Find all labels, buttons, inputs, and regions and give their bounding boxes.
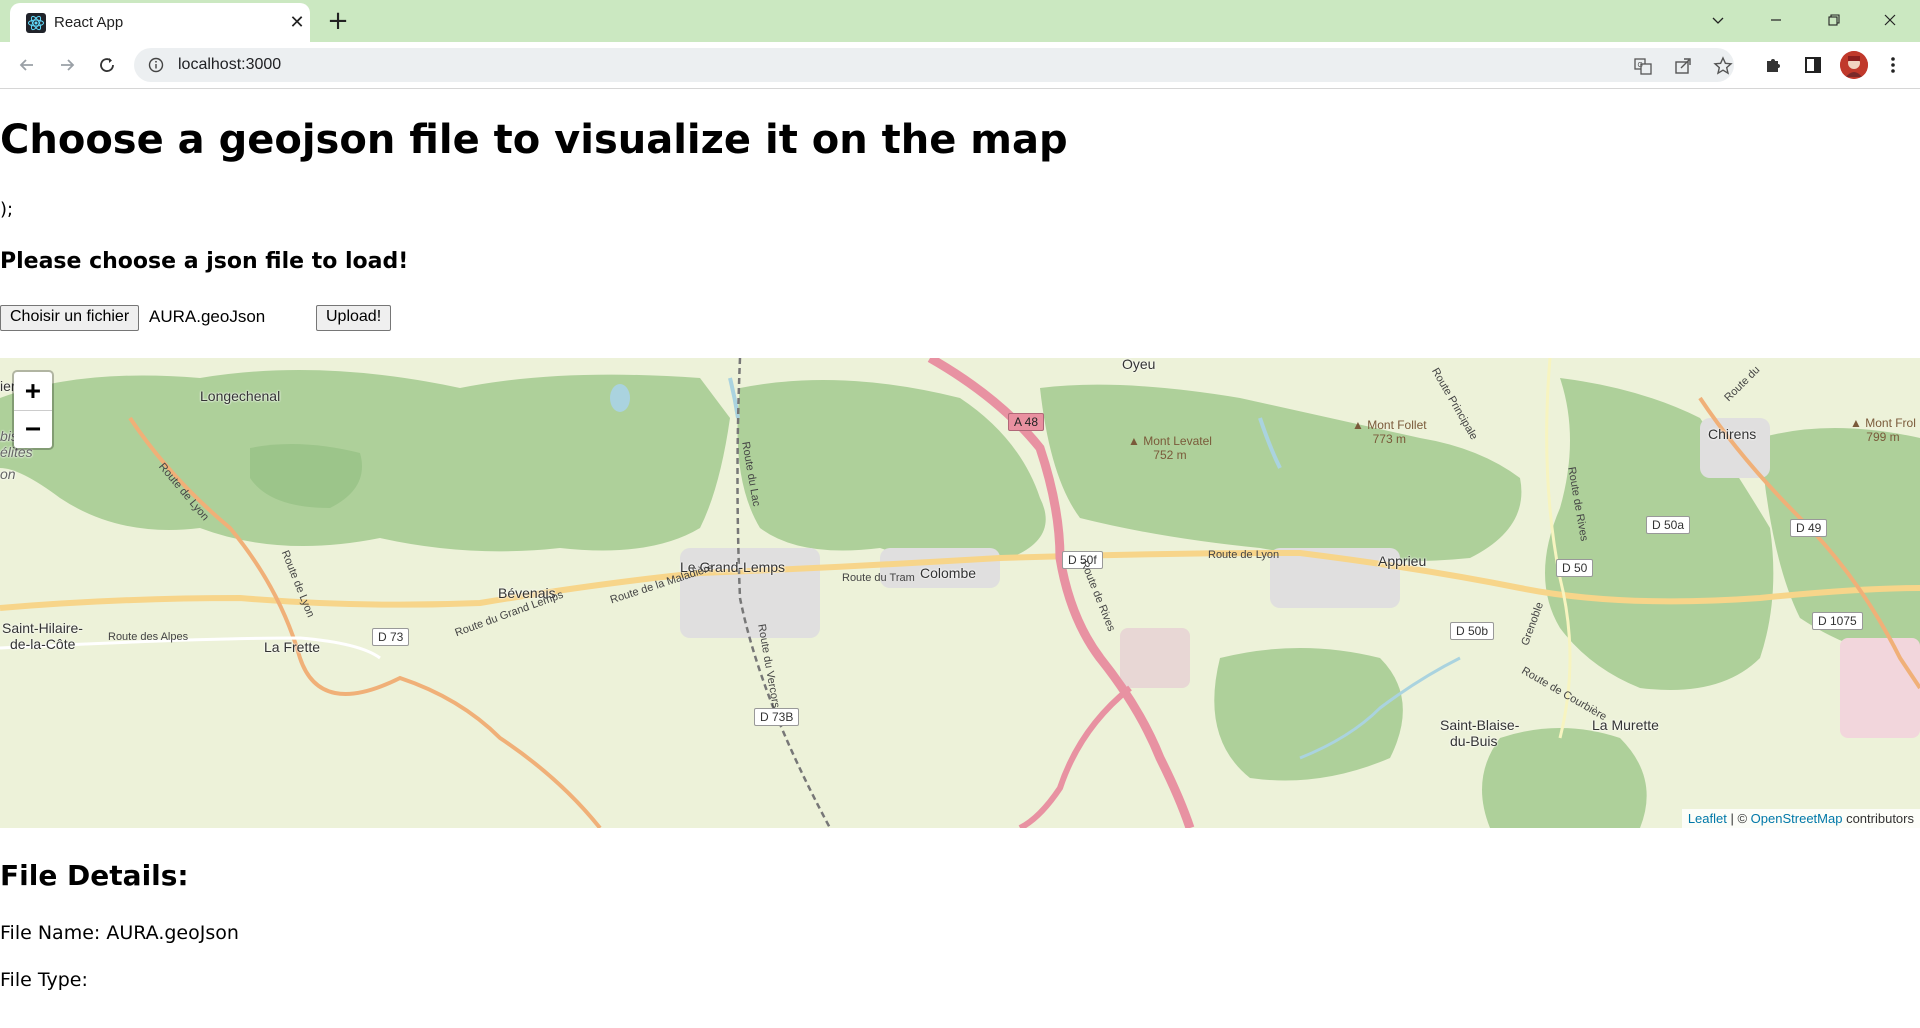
close-icon[interactable]: ✕ [286, 12, 308, 34]
tab-strip: React App ✕ + [0, 0, 1920, 42]
road-shield: D 73B [754, 708, 800, 726]
place-label: Longechenal [200, 388, 281, 404]
road-shield: D 73 [372, 628, 410, 646]
minimize-icon[interactable] [1756, 6, 1796, 34]
place-label: du-Buis [1450, 733, 1498, 749]
leaflet-link[interactable]: Leaflet [1688, 811, 1727, 826]
place-label: de-la-Côte [10, 636, 76, 652]
stray-text: ); [0, 199, 14, 220]
upload-prompt: Please choose a json file to load! [0, 249, 409, 274]
chevron-down-icon[interactable] [1698, 6, 1738, 34]
peak-label: ▲ Mont Frol 799 m [1850, 416, 1916, 444]
file-details-heading: File Details: [0, 859, 189, 892]
peak-label: ▲ Mont Follet 773 m [1352, 418, 1427, 446]
place-label: La Frette [264, 639, 321, 655]
browser-tab[interactable]: React App ✕ [10, 3, 310, 42]
file-type-detail: File Type: [0, 969, 88, 991]
arrow-right-icon[interactable] [52, 50, 82, 80]
road-label: Route du Tram [842, 572, 915, 584]
zoom-in-button[interactable]: + [14, 372, 52, 411]
choose-file-button[interactable]: Choisir un fichier [0, 305, 140, 331]
kebab-menu-icon[interactable] [1882, 54, 1904, 76]
react-icon [26, 13, 46, 33]
info-icon[interactable] [148, 57, 164, 73]
translate-icon[interactable]: G [1632, 55, 1654, 77]
restore-icon[interactable] [1814, 6, 1854, 34]
road-shield: D 49 [1790, 519, 1828, 537]
close-window-icon[interactable] [1870, 6, 1910, 34]
map-container[interactable]: Oyeu Longechenal Chirens Le Grand-Lemps … [0, 358, 1920, 828]
road-shield: D 50 [1556, 559, 1594, 577]
svg-text:G: G [1638, 62, 1643, 69]
road-shield: D 50b [1450, 622, 1495, 640]
place-label: on [0, 466, 16, 482]
map-tiles [0, 358, 1920, 828]
url-text: localhost:3000 [178, 56, 282, 73]
zoom-control: + − [12, 370, 54, 450]
upload-button[interactable]: Upload! [316, 305, 392, 331]
road-shield: A 48 [1008, 413, 1045, 431]
zoom-out-button[interactable]: − [14, 410, 52, 448]
plus-icon[interactable]: + [324, 7, 352, 35]
place-label: Oyeu [1122, 358, 1156, 372]
road-label: Route de Lyon [1208, 549, 1280, 561]
file-name-detail: File Name: AURA.geoJson [0, 922, 239, 944]
place-label: Colombe [920, 565, 977, 581]
place-label: Chirens [1708, 426, 1757, 442]
road-shield: D 1075 [1812, 612, 1863, 630]
share-icon[interactable] [1672, 55, 1694, 77]
peak-label: ▲ Mont Levatel 752 m [1128, 434, 1212, 462]
tab-title: React App [54, 14, 124, 31]
map-attribution: Leaflet | © OpenStreetMap contributors [1681, 809, 1920, 828]
browser-toolbar: localhost:3000 G [0, 42, 1920, 89]
page-title: Choose a geojson file to visualize it on… [0, 117, 1068, 163]
place-label: Saint-Hilaire- [2, 620, 83, 636]
selected-file-name: AURA.geoJson [149, 307, 266, 326]
attribution-suffix: contributors [1842, 811, 1914, 826]
place-label: Apprieu [1378, 553, 1427, 569]
address-bar[interactable]: localhost:3000 G [134, 48, 1734, 82]
reload-icon[interactable] [92, 50, 122, 80]
side-panel-icon[interactable] [1802, 54, 1824, 76]
road-label: Route des Alpes [108, 631, 189, 643]
attribution-separator: | © [1726, 811, 1751, 826]
place-label: Saint-Blaise- [1440, 717, 1520, 733]
arrow-left-icon[interactable] [12, 50, 42, 80]
puzzle-icon[interactable] [1762, 54, 1784, 76]
road-shield: D 50a [1646, 516, 1691, 534]
star-icon[interactable] [1712, 55, 1734, 77]
osm-link[interactable]: OpenStreetMap [1751, 811, 1843, 826]
page-content: Choose a geojson file to visualize it on… [0, 89, 1920, 1028]
avatar[interactable] [1840, 51, 1868, 79]
